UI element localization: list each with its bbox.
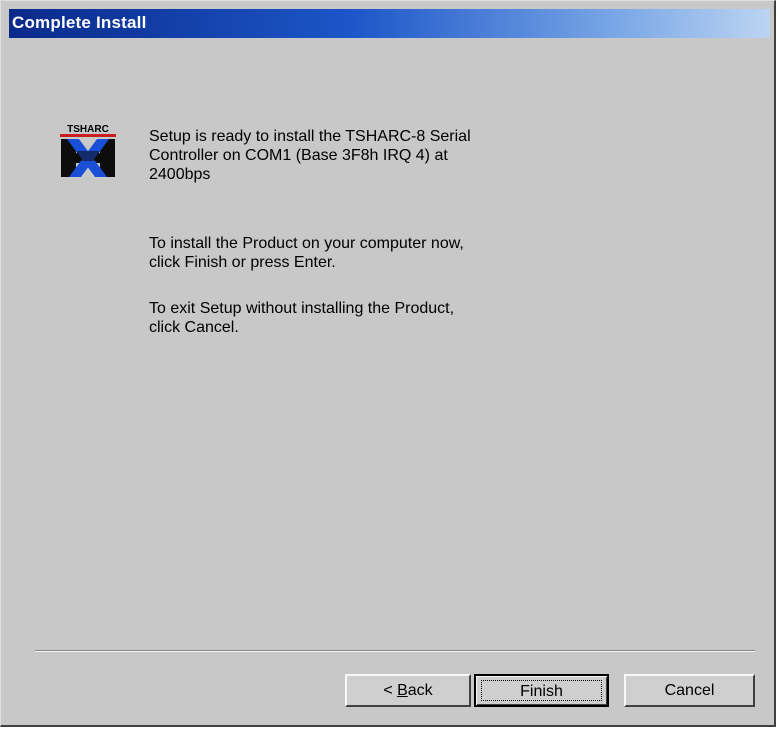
back-accelerator: B [397,682,408,699]
title-bar[interactable]: Complete Install [9,9,770,38]
button-separator [35,650,755,652]
setup-dialog: Complete Install TSHARC Setup is ready t… [0,0,776,727]
cancel-label: Cancel [664,682,715,699]
focus-rectangle: Finish [481,680,602,701]
message-line: Setup is ready to install the TSHARC-8 S… [149,128,471,145]
back-prefix: < [383,682,398,699]
back-button[interactable]: < Back [345,674,471,707]
finish-button[interactable]: Finish [474,674,609,707]
message-line: To exit Setup without installing the Pro… [149,300,455,317]
message-line: click Finish or press Enter. [149,254,336,271]
window-title: Complete Install [12,13,147,32]
message-line: To install the Product on your computer … [149,235,464,252]
ready-message: Setup is ready to install the TSHARC-8 S… [149,127,569,184]
tsharc-logo-icon: TSHARC [57,123,119,179]
message-line: click Cancel. [149,319,239,336]
finish-label: Finish [520,683,563,700]
exit-instruction: To exit Setup without installing the Pro… [149,299,569,337]
logo-text: TSHARC [67,124,109,135]
cancel-button[interactable]: Cancel [624,674,755,707]
back-label: ack [407,682,433,699]
install-instruction: To install the Product on your computer … [149,234,569,272]
message-line: Controller on COM1 (Base 3F8h IRQ 4) at [149,147,448,164]
message-line: 2400bps [149,166,211,183]
